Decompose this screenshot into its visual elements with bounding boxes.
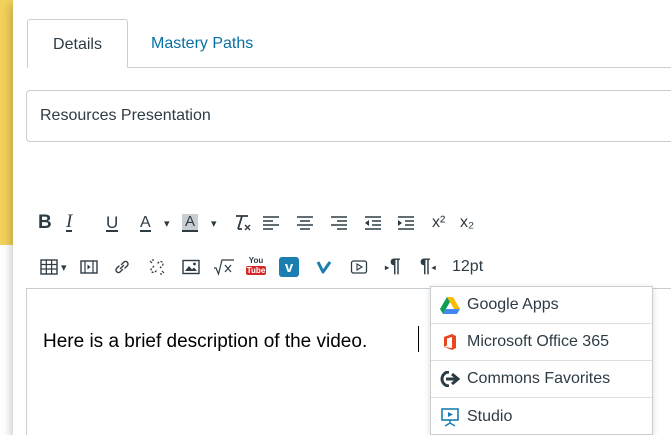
underline-icon[interactable]: U [106,208,119,238]
rtl-paragraph-icon[interactable]: ¶ ◂ [420,252,436,282]
menu-item-google-apps[interactable]: Google Apps [431,287,652,324]
ltr-paragraph-glyph: ¶ [390,256,401,277]
youtube-label-top: You [248,255,264,265]
link-icon[interactable] [113,252,131,282]
background-color-glyph: A [182,214,199,232]
background-color-icon[interactable]: A [182,208,199,238]
bold-icon[interactable]: B [38,208,52,238]
menu-item-label: Studio [467,407,513,425]
title-input[interactable]: Resources Presentation [26,90,671,142]
office-icon [439,331,461,353]
align-left-icon[interactable] [262,208,280,238]
font-color-glyph: A [140,213,151,232]
subscript-icon[interactable]: x₂ [460,208,474,238]
commons-icon [439,368,461,390]
italic-icon[interactable]: I [66,208,73,238]
menu-item-label: Microsoft Office 365 [467,333,609,350]
vimeo-glyph: v [284,258,294,276]
ltr-paragraph-icon[interactable]: ▸ ¶ [385,252,401,282]
rtl-paragraph-glyph: ¶ [420,256,431,277]
rtl-arrow: ◂ [431,262,436,272]
studio-icon [439,406,461,428]
editor-text: Here is a brief description of the video… [43,331,368,352]
unlink-icon[interactable] [147,252,167,282]
menu-item-label: Commons Favorites [467,370,611,387]
tool-dropdown-menu: Google Apps Microsoft Office 365 Commons… [430,286,653,435]
menu-item-microsoft-office-365[interactable]: Microsoft Office 365 [431,324,652,361]
background-color-dropdown-arrow[interactable]: ▾ [211,208,217,238]
vimeo-icon[interactable]: v [279,252,299,282]
youtube-icon[interactable]: You Tube [245,250,267,280]
image-icon[interactable] [182,252,200,282]
font-color-dropdown-arrow[interactable]: ▾ [164,208,170,238]
font-color-icon[interactable]: A [140,208,151,238]
outdent-icon[interactable] [364,208,382,238]
italic-glyph: I [66,211,73,232]
indent-icon[interactable] [397,208,415,238]
youtube-label-bottom: Tube [245,265,267,275]
google-drive-icon [439,294,461,316]
tab-mastery-paths[interactable]: Mastery Paths [151,19,253,68]
align-center-icon[interactable] [296,208,314,238]
tab-bar: Details Mastery Paths [13,19,671,68]
menu-item-studio[interactable]: Studio [431,398,652,435]
ltr-arrow: ▸ [385,262,390,272]
table-dropdown-arrow[interactable]: ▾ [61,252,67,282]
video-icon[interactable] [350,252,368,282]
menu-item-label: Google Apps [467,296,559,313]
font-size-select[interactable]: 12pt [452,252,483,282]
table-icon[interactable] [40,252,58,282]
clear-formatting-icon[interactable] [232,208,252,238]
vimeo-outline-icon[interactable] [316,252,332,282]
media-icon[interactable] [80,252,98,282]
align-right-icon[interactable] [330,208,348,238]
underline-glyph: U [106,212,119,232]
tab-details[interactable]: Details [27,19,128,68]
menu-item-commons-favorites[interactable]: Commons Favorites [431,361,652,398]
superscript-icon[interactable]: x² [432,208,445,238]
text-caret [418,326,419,352]
equation-icon[interactable] [213,252,235,282]
